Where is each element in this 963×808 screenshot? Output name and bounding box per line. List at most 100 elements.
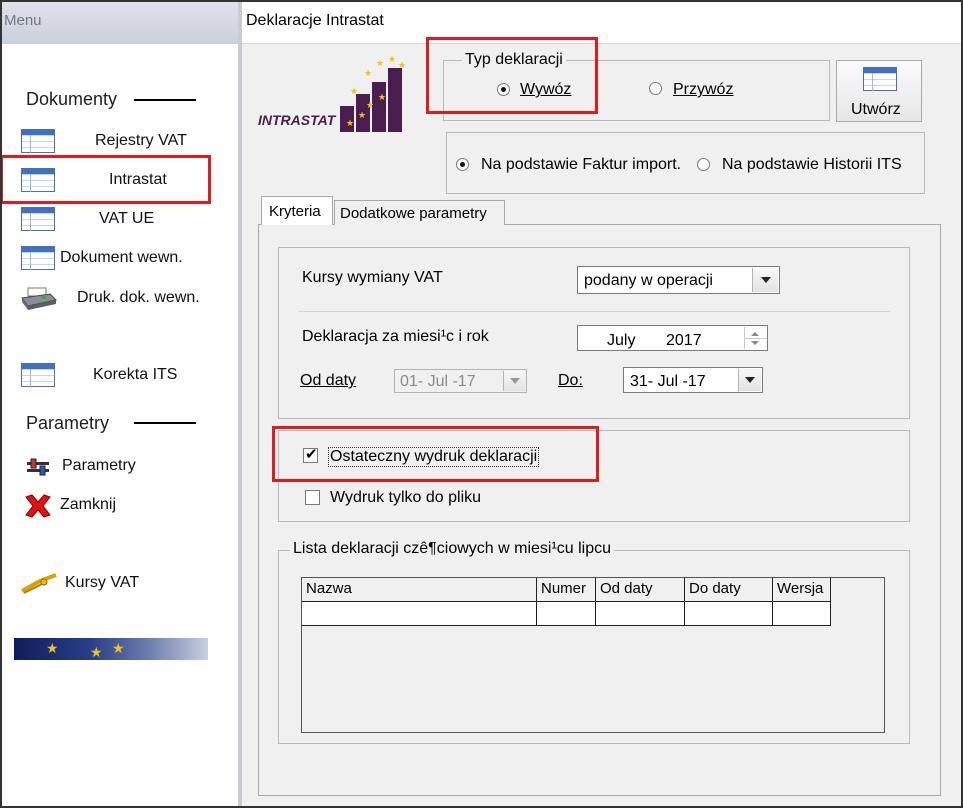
do-dropdown-button[interactable]	[738, 369, 761, 391]
panel-title: Deklaracje Intrastat	[246, 12, 384, 29]
section-parametry: Parametry	[26, 413, 110, 433]
do-label: Do:	[558, 372, 583, 389]
table-cell[interactable]	[596, 602, 685, 626]
table-cell[interactable]	[685, 602, 773, 626]
menu-title: Menu	[4, 12, 42, 29]
chevron-down-icon	[745, 377, 755, 383]
spinner-divider	[745, 338, 767, 339]
month-value: July	[607, 332, 636, 349]
menu-item-vat-ue[interactable]: VAT UE	[20, 206, 220, 234]
typ-deklaracji-highlight-box	[426, 37, 598, 114]
menu-item-druk-dok-wewn[interactable]: Druk. dok. wewn.	[20, 284, 230, 314]
column-header-od-daty[interactable]: Od daty	[596, 578, 685, 602]
spinner-buttons[interactable]	[744, 327, 767, 349]
table-icon	[863, 67, 897, 91]
od-daty-picker[interactable]: 01- Jul -17	[394, 369, 527, 393]
od-daty-dropdown-button[interactable]	[503, 371, 525, 391]
do-picker[interactable]: 31- Jul -17	[623, 367, 763, 393]
exchange-rate-icon	[21, 573, 57, 594]
utworz-label: Utwórz	[851, 101, 901, 118]
intrastat-logo: ★ ★ ★ ★ ★ ★ ★ ★ ★ INTRASTAT	[258, 54, 408, 132]
menu-item-dokument-wewn[interactable]: Dokument wewn.	[20, 245, 230, 273]
close-icon	[25, 494, 51, 518]
menu-item-label: Zamknij	[60, 496, 117, 513]
menu-item-label: Dokument wewn.	[60, 249, 183, 266]
przywoz-radio[interactable]: Przywóz	[649, 80, 749, 100]
do-value: 31- Jul -17	[630, 373, 706, 390]
declarations-table[interactable]: Nazwa Numer Od daty Do daty Wersja	[301, 577, 885, 733]
lista-legend: Lista deklaracji czê¶ciowych w miesi¹cu …	[290, 540, 615, 558]
menu-item-rejestry-vat[interactable]: Rejestry VAT	[20, 128, 220, 156]
criteria-separator	[298, 311, 890, 312]
table-icon	[21, 129, 55, 153]
tab-dodatkowe-label: Dodatkowe parametry	[340, 205, 487, 222]
tab-kryteria[interactable]: Kryteria	[261, 196, 333, 225]
menu-item-label: Kursy VAT	[65, 574, 140, 591]
faktur-radio[interactable]: Na podstawie Faktur import.	[456, 155, 686, 175]
historii-radio[interactable]: Na podstawie Historii ITS	[697, 155, 917, 175]
intrastat-highlight-box	[0, 155, 211, 204]
wydruk-checkbox[interactable]: Wydruk tylko do pliku	[305, 487, 525, 509]
przywoz-label: Przywóz	[673, 81, 734, 98]
left-menu: Menu Dokumenty Rejestry VAT Intrastat VA…	[0, 0, 238, 808]
historii-radio-dot	[697, 158, 710, 171]
menu-item-label: Rejestry VAT	[95, 132, 187, 149]
svg-text:★: ★	[346, 119, 354, 129]
historii-label: Na podstawie Historii ITS	[722, 156, 902, 173]
chevron-down-icon	[761, 277, 771, 283]
svg-text:★: ★	[398, 61, 406, 71]
svg-text:★: ★	[364, 69, 372, 79]
menu-titlebar: Menu	[0, 0, 238, 44]
intrastat-logo-graphic: ★★★ ★★★ ★★★	[340, 55, 406, 132]
column-header-do-daty[interactable]: Do daty	[685, 578, 773, 602]
chevron-down-icon	[510, 378, 520, 384]
tab-dodatkowe-parametry[interactable]: Dodatkowe parametry	[334, 200, 505, 225]
spin-up-icon[interactable]	[751, 332, 759, 336]
section-dokumenty: Dokumenty	[26, 89, 118, 109]
menu-item-label: Korekta ITS	[93, 366, 178, 383]
table-icon	[21, 246, 55, 270]
month-year-spinner[interactable]: July 2017	[577, 325, 768, 351]
menu-item-label: Parametry	[62, 457, 136, 474]
kursy-dropdown-button[interactable]	[752, 268, 778, 292]
table-icon	[21, 363, 55, 387]
section-dokumenty-line	[134, 99, 196, 101]
svg-text:★: ★	[378, 93, 386, 103]
printer-icon	[21, 287, 58, 310]
wydruk-check-box	[305, 490, 320, 505]
menu-item-label: VAT UE	[99, 210, 155, 227]
utworz-button[interactable]: Utwórz	[836, 60, 922, 122]
kursy-select-value: podany w operacji	[584, 272, 713, 289]
faktur-radio-dot	[456, 158, 469, 171]
eu-flag-banner: ★ ★ ★	[14, 638, 208, 660]
table-cell[interactable]	[302, 602, 537, 626]
faktur-label: Na podstawie Faktur import.	[481, 156, 682, 173]
menu-item-kursy-vat[interactable]: Kursy VAT	[20, 569, 220, 599]
wydruk-label: Wydruk tylko do pliku	[330, 489, 482, 506]
table-icon	[21, 207, 55, 231]
column-header-numer[interactable]: Numer	[537, 578, 596, 602]
svg-text:★: ★	[388, 55, 396, 65]
section-parametry-line	[134, 422, 196, 424]
przywoz-radio-dot	[649, 82, 662, 95]
kursy-label: Kursy wymiany VAT	[302, 269, 443, 286]
svg-text:★: ★	[350, 87, 358, 97]
kursy-select[interactable]: podany w operacji	[577, 266, 780, 294]
table-cell[interactable]	[537, 602, 596, 626]
column-header-wersja[interactable]: Wersja	[773, 578, 831, 602]
year-value: 2017	[666, 332, 702, 349]
svg-text:★: ★	[376, 59, 384, 69]
intrastat-logo-text: INTRASTAT	[258, 112, 336, 128]
spin-down-icon[interactable]	[751, 341, 759, 345]
ostateczny-highlight-box	[272, 426, 599, 482]
column-header-nazwa[interactable]: Nazwa	[302, 578, 537, 602]
deklaracja-label: Deklaracja za miesi¹c i rok	[302, 328, 489, 345]
od-daty-value: 01- Jul -17	[400, 373, 476, 390]
menu-item-zamknij[interactable]: Zamknij	[20, 491, 220, 521]
table-cell[interactable]	[773, 602, 831, 626]
svg-text:★: ★	[358, 111, 366, 121]
menu-item-label: Druk. dok. wewn.	[77, 289, 200, 306]
menu-item-parametry[interactable]: Parametry	[20, 453, 220, 481]
menu-item-korekta-its[interactable]: Korekta ITS	[20, 362, 220, 390]
od-daty-label: Od daty	[300, 372, 357, 389]
